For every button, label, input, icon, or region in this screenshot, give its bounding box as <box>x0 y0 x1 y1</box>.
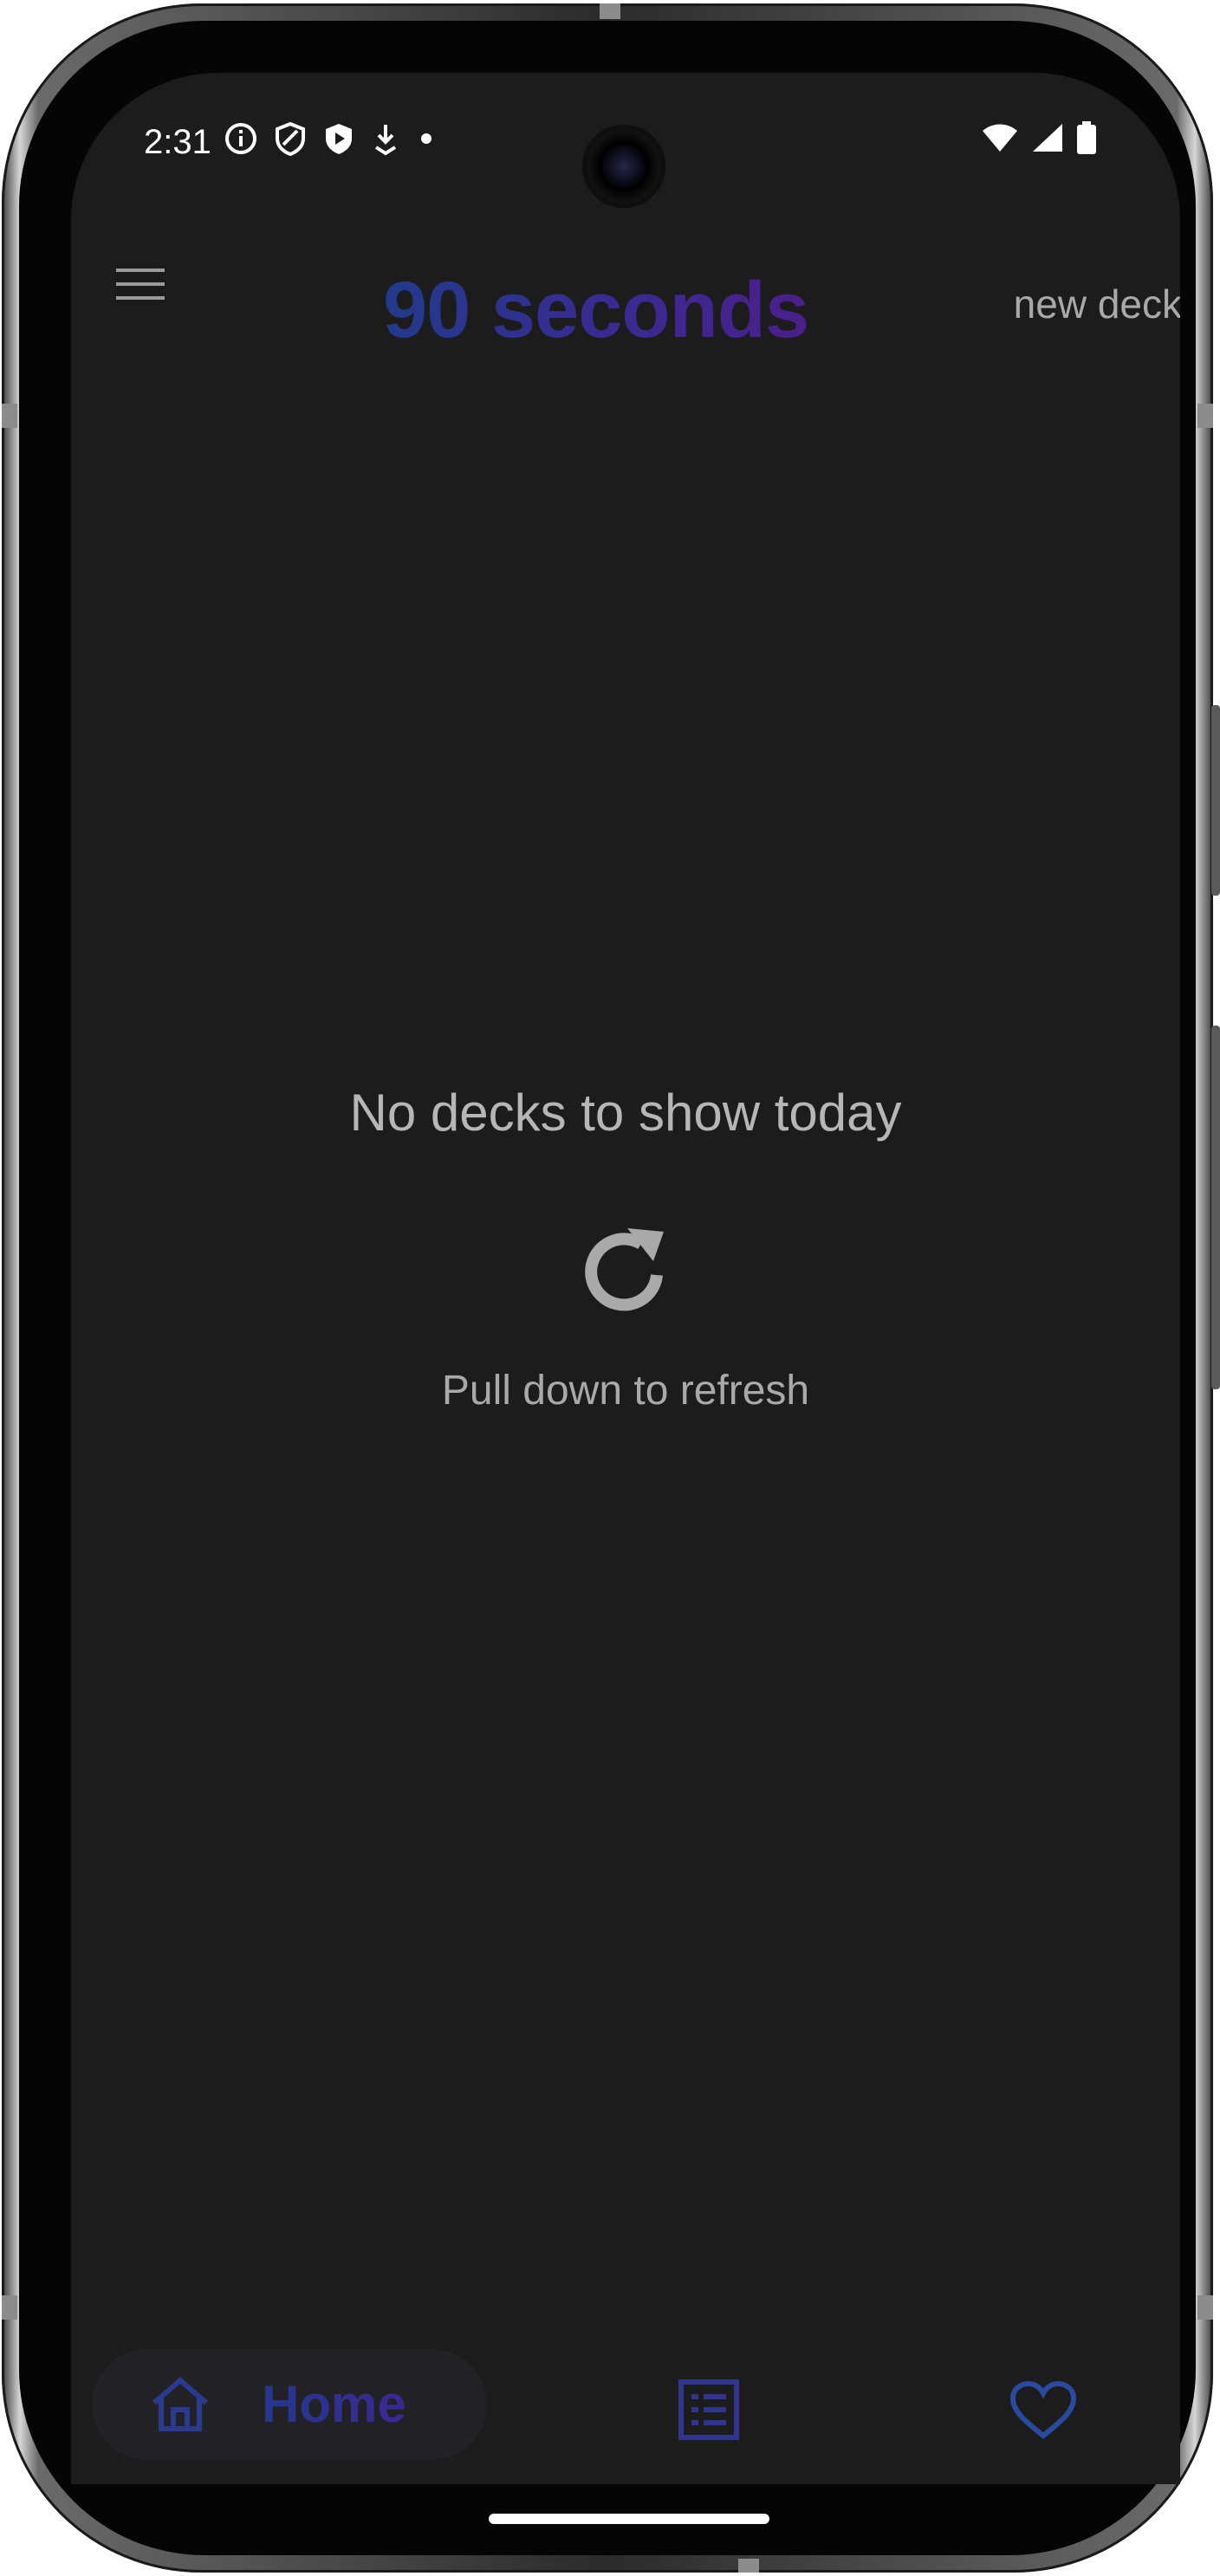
power-button <box>1211 1026 1220 1389</box>
antenna-band <box>1197 2295 1213 2320</box>
download-icon <box>374 125 397 156</box>
antenna-band <box>600 3 620 19</box>
shield-icon <box>276 121 305 156</box>
antenna-band <box>738 2559 759 2573</box>
empty-state-title: No decks to show today <box>349 1084 902 1142</box>
phone-frame: 2:31 90 seconds new deck No decks to sho… <box>2 3 1220 2573</box>
gesture-home-indicator[interactable] <box>489 2514 769 2524</box>
status-time: 2:31 <box>144 123 211 161</box>
hamburger-menu-icon[interactable] <box>116 265 165 303</box>
dot-icon <box>421 133 432 144</box>
antenna-band <box>2 404 17 428</box>
app-screen: 2:31 90 seconds new deck No decks to sho… <box>71 73 1180 2484</box>
heart-icon[interactable] <box>1009 2380 1078 2441</box>
status-icons-right <box>981 121 1097 154</box>
cell-signal-icon <box>1033 124 1062 152</box>
home-icon <box>152 2377 208 2431</box>
info-icon <box>225 123 256 154</box>
nav-home-label: Home <box>262 2375 406 2433</box>
new-deck-button[interactable]: new deck <box>1014 281 1180 327</box>
wifi-icon <box>983 124 1017 152</box>
empty-state-subtitle: Pull down to refresh <box>441 1368 810 1414</box>
nav-item-home[interactable]: Home <box>92 2349 487 2460</box>
list-icon[interactable] <box>678 2379 740 2441</box>
phone-bezel: 2:31 90 seconds new deck No decks to sho… <box>19 21 1196 2555</box>
volume-button <box>1211 705 1220 896</box>
battery-icon <box>1077 121 1096 154</box>
play-shield-icon <box>326 124 352 154</box>
front-camera <box>582 125 665 208</box>
antenna-band <box>1197 404 1213 428</box>
app-title: 90 seconds <box>383 266 809 354</box>
refresh-icon[interactable] <box>577 1223 674 1320</box>
status-icons-left <box>224 121 437 156</box>
antenna-band <box>2 2295 17 2320</box>
